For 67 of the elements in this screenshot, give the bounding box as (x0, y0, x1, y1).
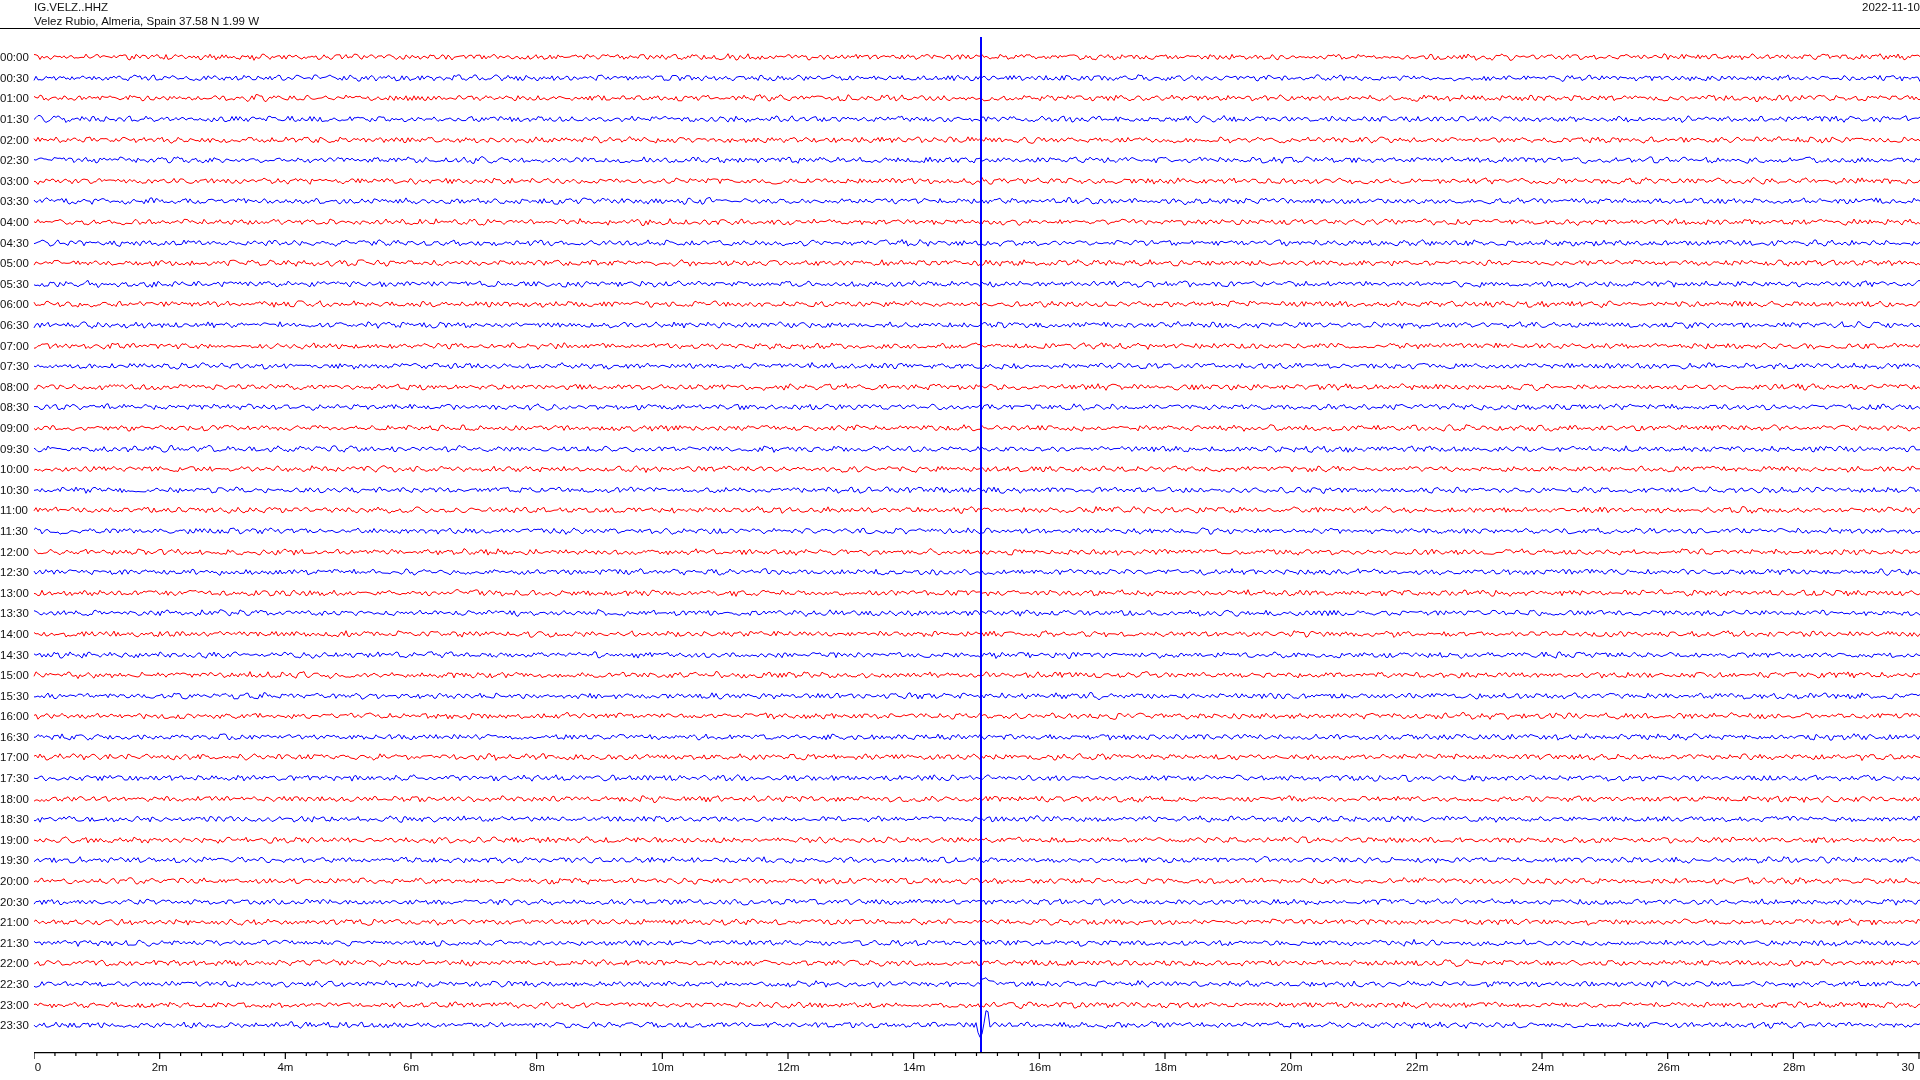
axis-tick-label: 8m (528, 1060, 545, 1073)
time-label: 05:00 (0, 257, 30, 270)
time-label: 23:30 (0, 1019, 30, 1032)
date-label: 2022-11-10 (1862, 0, 1920, 15)
time-label: 23:00 (0, 998, 30, 1011)
time-label: 09:30 (0, 442, 30, 455)
time-label: 08:00 (0, 380, 30, 393)
axis-tick-label: 2m (151, 1060, 168, 1073)
time-label: 10:00 (0, 463, 30, 476)
axis-tick-label: 30 (1901, 1060, 1915, 1073)
axis-tick-label: 24m (1531, 1060, 1554, 1073)
time-label: 15:00 (0, 669, 30, 682)
time-label: 03:30 (0, 195, 30, 208)
time-label: 11:30 (0, 524, 29, 537)
time-label: 06:00 (0, 298, 30, 311)
station-code: IG.VELZ..HHZ (34, 0, 110, 14)
time-label: 13:30 (0, 607, 30, 620)
axis-tick-label: 18m (1154, 1060, 1177, 1073)
axis-tick-label: 10m (651, 1060, 674, 1073)
time-label: 18:30 (0, 813, 30, 826)
time-label: 19:00 (0, 833, 30, 846)
time-label: 16:30 (0, 730, 30, 743)
time-label: 21:00 (0, 916, 30, 929)
axis-tick-label: 26m (1657, 1060, 1680, 1073)
time-label: 01:30 (0, 113, 30, 126)
axis-tick-label: 28m (1783, 1060, 1806, 1073)
time-label: 20:30 (0, 895, 30, 908)
time-label: 22:00 (0, 957, 30, 970)
time-label: 04:30 (0, 236, 30, 249)
time-label: 17:30 (0, 772, 30, 785)
time-label: 00:00 (0, 51, 30, 64)
time-label: 18:00 (0, 792, 30, 805)
axis-tick-label: 20m (1280, 1060, 1303, 1073)
axis-tick-label: 4m (277, 1060, 294, 1073)
time-label: 06:30 (0, 319, 30, 331)
axis-tick-label: 12m (777, 1060, 800, 1073)
time-label: 01:00 (0, 92, 30, 105)
time-label: 05:30 (0, 277, 30, 290)
time-label: 07:00 (0, 339, 30, 352)
time-label: 14:00 (0, 627, 30, 640)
time-label: 10:30 (0, 483, 30, 496)
time-label: 08:30 (0, 401, 30, 414)
time-label: 04:00 (0, 216, 30, 229)
time-label: 20:00 (0, 875, 30, 888)
time-label: 03:00 (0, 174, 30, 187)
axis-tick-label: 22m (1405, 1060, 1429, 1073)
axis-tick-label: 16m (1028, 1060, 1052, 1073)
time-label: 00:30 (0, 71, 30, 84)
time-label: 02:30 (0, 154, 30, 167)
axis-tick-label: 0 (34, 1060, 42, 1073)
time-label: 19:30 (0, 854, 30, 867)
axis-tick-label: 14m (902, 1060, 926, 1073)
time-label: 13:00 (0, 586, 30, 599)
time-label: 16:00 (0, 710, 30, 723)
axis-tick-label: 6m (403, 1060, 420, 1073)
station-location: Velez Rubio, Almeria, Spain 37.58 N 1.99 W (34, 14, 259, 28)
time-label: 02:00 (0, 133, 30, 146)
time-label: 17:00 (0, 751, 30, 764)
time-label: 12:00 (0, 545, 30, 558)
time-label: 22:30 (0, 978, 30, 990)
time-label: 15:30 (0, 689, 30, 702)
time-label: 07:30 (0, 360, 30, 373)
time-label: 12:30 (0, 566, 30, 579)
time-label: 21:30 (0, 936, 30, 949)
time-label: 09:00 (0, 422, 30, 434)
time-label: 14:30 (0, 648, 30, 661)
time-label: 11:00 (0, 504, 29, 517)
